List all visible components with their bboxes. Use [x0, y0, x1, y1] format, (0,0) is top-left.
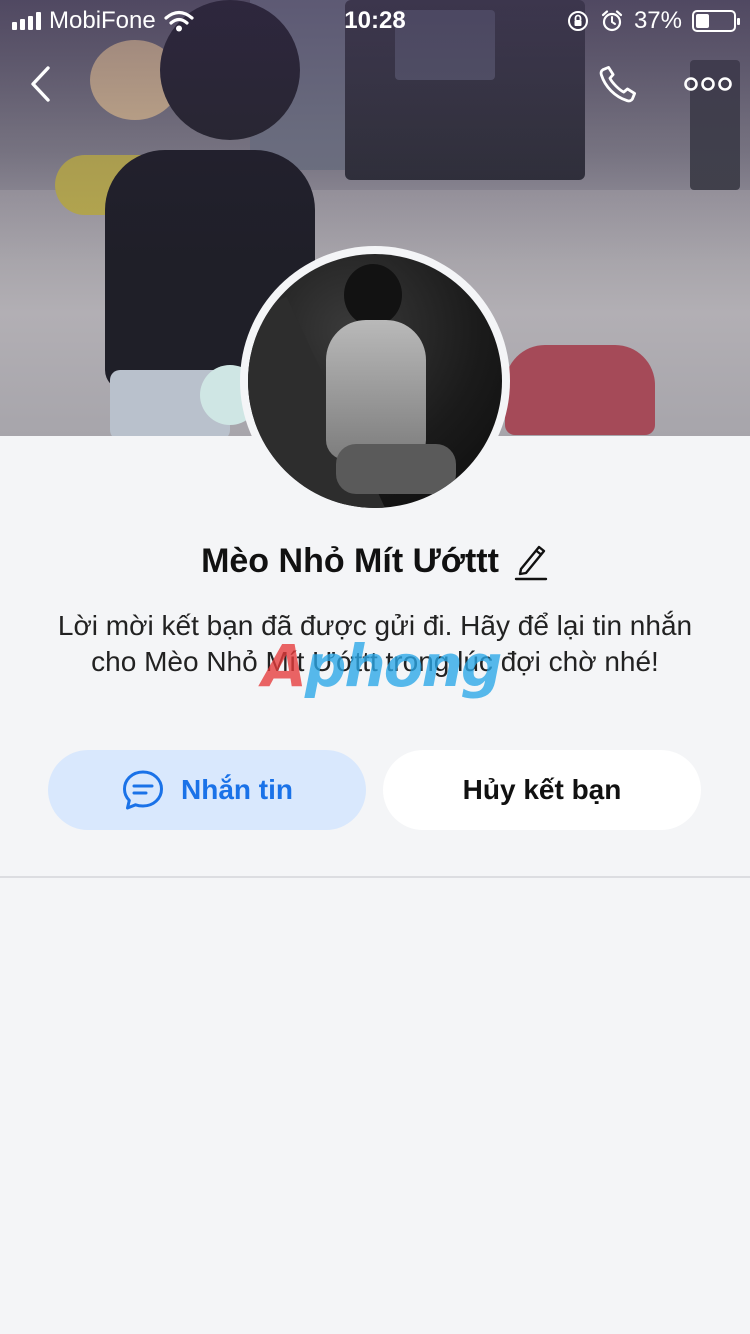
- edit-name-button[interactable]: [513, 541, 549, 581]
- battery-percent: 37%: [633, 7, 682, 34]
- more-button[interactable]: [676, 54, 740, 114]
- friend-request-message: Lời mời kết bạn đã được gửi đi. Hãy để l…: [57, 610, 693, 677]
- message-button[interactable]: Nhắn tin: [48, 750, 366, 830]
- profile-screen: MobiFone 10:28 37% Mèo Nhỏ Mít Ướttt Lời…: [0, 0, 750, 1334]
- cancel-friend-request-label: Hủy kết bạn: [462, 774, 622, 805]
- profile-name-row: Mèo Nhỏ Mít Ướttt: [0, 534, 750, 588]
- chat-bubble-icon: [123, 770, 163, 810]
- rotation-lock-icon: [567, 11, 588, 31]
- divider: [0, 876, 750, 878]
- battery-icon: [692, 10, 740, 32]
- pencil-icon: [514, 545, 548, 581]
- status-bar: MobiFone 10:28 37%: [0, 0, 750, 40]
- avatar[interactable]: [240, 246, 510, 516]
- profile-name: Mèo Nhỏ Mít Ướttt: [201, 541, 499, 580]
- message-button-label: Nhắn tin: [181, 774, 293, 805]
- back-button[interactable]: [10, 54, 70, 114]
- call-button[interactable]: [588, 54, 648, 114]
- more-dots-icon: [684, 77, 732, 91]
- alarm-icon: [601, 10, 623, 32]
- cancel-friend-request-button[interactable]: Hủy kết bạn: [383, 750, 701, 830]
- phone-icon: [599, 65, 637, 103]
- chevron-left-icon: [31, 66, 50, 102]
